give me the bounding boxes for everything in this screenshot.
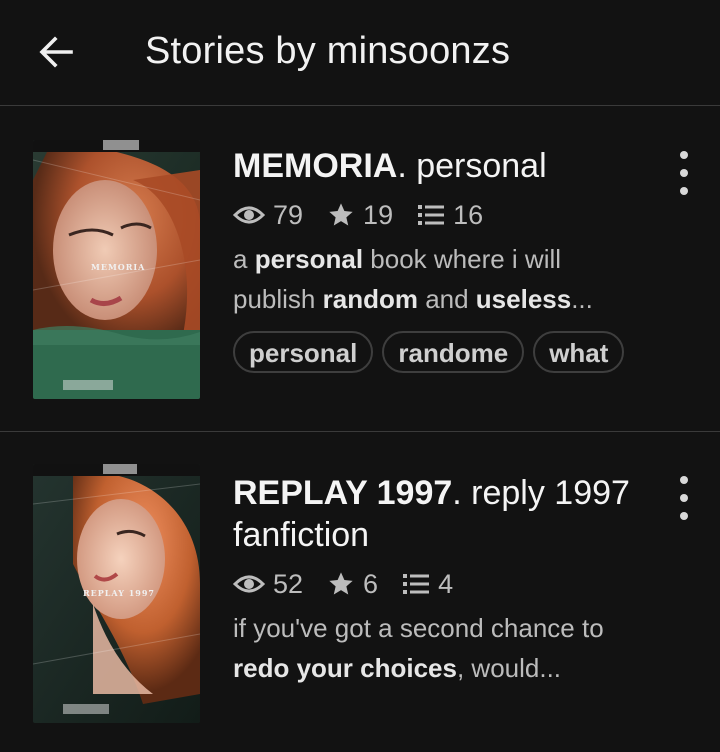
more-vert-icon bbox=[680, 476, 688, 484]
votes-count: 19 bbox=[363, 199, 394, 230]
story-stats: 52 6 4 bbox=[233, 566, 630, 602]
parts-count: 4 bbox=[438, 568, 454, 599]
tag-list: personal randome what bbox=[233, 331, 630, 373]
star-icon bbox=[329, 203, 353, 226]
views-stat: 52 bbox=[233, 569, 303, 600]
story-info: MEMORIA. personal 79 19 16 a personal bo… bbox=[233, 145, 630, 373]
book-cover[interactable]: MEMORIA bbox=[33, 140, 200, 399]
more-vert-icon-dot bbox=[680, 512, 688, 520]
story-stats: 79 19 16 bbox=[233, 197, 630, 233]
views-stat: 79 bbox=[233, 200, 303, 231]
parts-count: 16 bbox=[453, 199, 484, 230]
story-card[interactable]: MEMORIA MEMORIA. personal 79 19 16 a per… bbox=[0, 107, 720, 432]
eye-icon bbox=[233, 206, 265, 224]
votes-stat: 19 bbox=[327, 200, 393, 231]
more-vert-icon-dot bbox=[680, 187, 688, 195]
votes-stat: 6 bbox=[327, 569, 378, 600]
book-cover[interactable]: REPLAY 1997 bbox=[33, 464, 200, 723]
more-options-button[interactable] bbox=[670, 476, 698, 520]
list-icon bbox=[418, 205, 445, 225]
list-icon bbox=[403, 574, 430, 594]
cover-title: MEMORIA bbox=[91, 262, 146, 272]
tag-chip[interactable]: personal bbox=[233, 331, 374, 373]
parts-stat: 16 bbox=[417, 200, 483, 231]
tag-chip[interactable]: randome bbox=[382, 331, 525, 373]
story-title[interactable]: MEMORIA. personal bbox=[233, 145, 630, 187]
votes-count: 6 bbox=[363, 568, 379, 599]
more-options-button[interactable] bbox=[670, 151, 698, 195]
more-vert-icon-dot bbox=[680, 169, 688, 177]
eye-icon bbox=[233, 575, 265, 593]
more-vert-icon bbox=[680, 151, 688, 159]
tag-chip[interactable]: what bbox=[533, 331, 625, 373]
page-title: Stories by minsoonzs bbox=[145, 30, 511, 72]
story-title[interactable]: REPLAY 1997. reply 1997 fanfiction bbox=[233, 472, 630, 556]
back-button[interactable] bbox=[30, 28, 82, 76]
more-vert-icon-dot bbox=[680, 494, 688, 502]
views-count: 79 bbox=[273, 199, 304, 230]
star-icon bbox=[329, 572, 353, 595]
story-description: a personal book where i will publish ran… bbox=[233, 244, 593, 314]
app-bar: Stories by minsoonzs bbox=[0, 0, 720, 106]
cover-title: REPLAY 1997 bbox=[83, 588, 155, 598]
story-description: if you've got a second chance to redo yo… bbox=[233, 613, 604, 683]
story-card[interactable]: REPLAY 1997 REPLAY 1997. reply 1997 fanf… bbox=[0, 432, 720, 752]
views-count: 52 bbox=[273, 568, 304, 599]
arrow-left-icon bbox=[39, 36, 73, 68]
parts-stat: 4 bbox=[402, 569, 453, 600]
story-info: REPLAY 1997. reply 1997 fanfiction 52 6 bbox=[233, 472, 630, 688]
